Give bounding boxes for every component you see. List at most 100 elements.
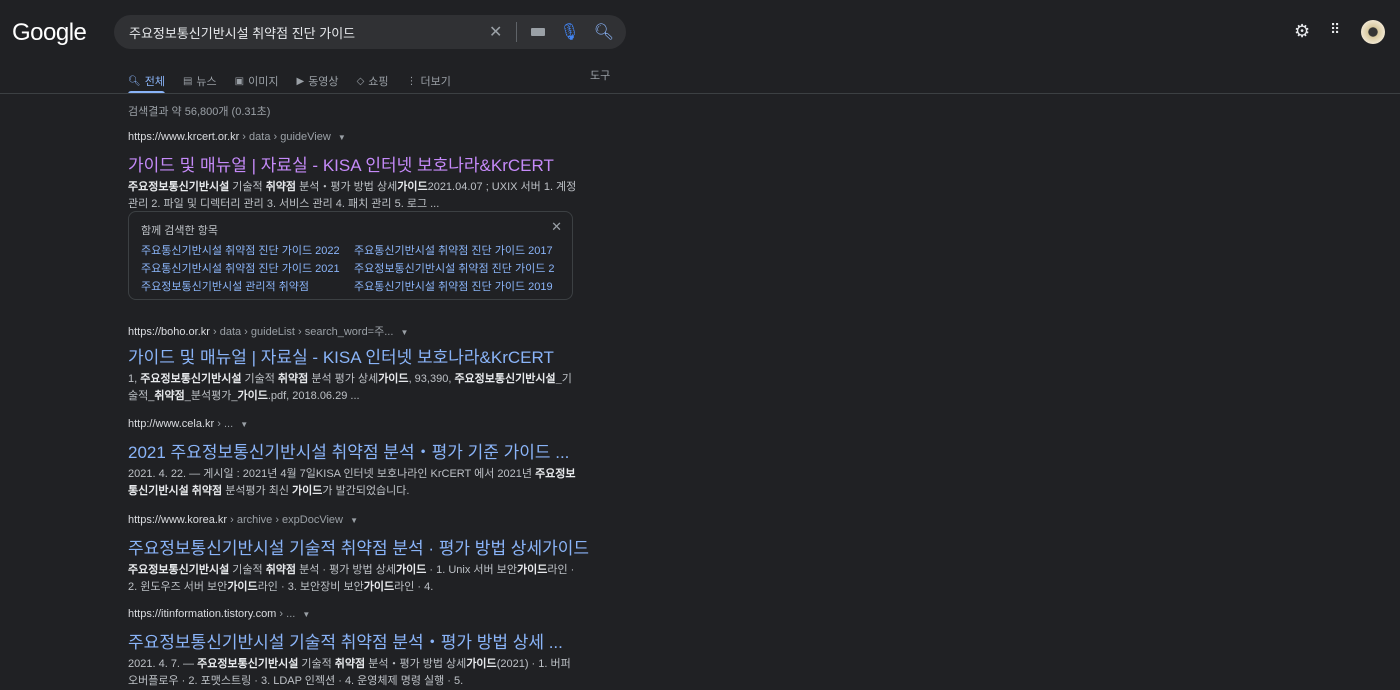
snippet-text: 분석평가 최신 — [222, 485, 293, 497]
result-path: › data › guideList › search_word=주... — [209, 326, 394, 338]
snippet-text: 분석 · 평가 방법 상세 — [296, 564, 396, 576]
related-search-link[interactable]: 주요통신기반시설 취약점 진단 가이드 2019 — [354, 280, 554, 295]
snippet-text: 기술적 — [298, 658, 335, 670]
close-icon[interactable]: ✕ — [551, 219, 562, 235]
tab-5[interactable]: ⋮ 더보기 — [407, 69, 451, 93]
snippet-text: 가이드 — [397, 181, 428, 193]
result-url[interactable]: http://www.cela.kr › ... ▼ — [128, 418, 578, 432]
snippet-text: 취약점 — [334, 658, 366, 670]
snippet-text: .pdf, 2018.06.29 ... — [267, 390, 360, 402]
google-logo[interactable]: Google — [12, 19, 87, 47]
snippet-text: · 1. Unix 서버 보안 — [426, 564, 517, 576]
clear-icon[interactable]: ✕ — [489, 22, 502, 42]
tab-label: 이미지 — [248, 76, 279, 88]
chevron-down-icon[interactable]: ▼ — [350, 516, 358, 525]
chevron-down-icon[interactable]: ▼ — [400, 328, 408, 337]
search-result: https://boho.or.kr › data › guideList › … — [128, 323, 578, 405]
search-input[interactable] — [129, 24, 489, 40]
tab-2[interactable]: ▣ 이미지 — [235, 69, 279, 93]
snippet-text: _분석평가_ — [184, 390, 238, 402]
settings-icon[interactable]: ⚙ — [1294, 21, 1310, 42]
snippet-text: 가 발간되었습니다. — [322, 485, 410, 497]
more-icon: ⋮ — [406, 75, 417, 87]
snippet-text: 가이드 — [292, 485, 323, 497]
snippet-text: 취약점 — [277, 373, 309, 385]
result-url[interactable]: https://www.krcert.or.kr › data › guideV… — [128, 131, 578, 145]
apps-grid-icon[interactable]: ⠿ — [1330, 21, 1340, 38]
snippet-text: 주요정보통신기반시설 — [128, 181, 230, 193]
snippet-text: 라인 · 4. — [394, 581, 434, 593]
news-icon: ▤ — [182, 75, 193, 87]
search-icon[interactable]: 🔍︎ — [594, 22, 614, 42]
snippet-text: 가이드 — [395, 564, 427, 576]
result-snippet: 2021. 4. 7. — 주요정보통신기반시설 기술적 취약점 분석・평가 방… — [128, 656, 578, 690]
search-result: https://itinformation.tistory.com › ... … — [128, 608, 578, 690]
result-snippet: 주요정보통신기반시설 기술적 취약점 분석 · 평가 방법 상세가이드 · 1.… — [128, 562, 578, 596]
keyboard-icon[interactable] — [531, 28, 546, 36]
snippet-text: 2021. 4. 22. — 게시일 : 2021년 4월 7일KISA 인터넷… — [128, 468, 536, 480]
result-snippet: 2021. 4. 22. — 게시일 : 2021년 4월 7일KISA 인터넷… — [128, 466, 578, 500]
search-box: ✕ 🎙 🔍︎ — [114, 15, 626, 49]
result-title-link[interactable]: 가이드 및 매뉴얼 | 자료실 - KISA 인터넷 보호나라&KrCERT — [128, 151, 578, 176]
result-domain: http://www.cela.kr — [128, 418, 215, 430]
result-title-link[interactable]: 주요정보통신기반시설 기술적 취약점 분석 · 평가 방법 상세가이드 — [128, 534, 589, 559]
tab-0[interactable]: 🔍︎ 전체 — [128, 69, 165, 94]
snippet-text: 가이드 — [227, 581, 258, 593]
snippet-text: 기술적 — [241, 373, 278, 385]
snippet-text: , 93,390, — [408, 373, 455, 385]
tab-1[interactable]: ▤ 뉴스 — [183, 69, 217, 93]
snippet-text: 분석 평가 상세 — [308, 373, 379, 385]
tab-label: 뉴스 — [196, 76, 217, 88]
related-search-link[interactable]: 주요통신기반시설 취약점 진단 가이드 2021 — [141, 262, 354, 277]
related-heading: 함께 검색한 항목 — [141, 225, 218, 237]
chevron-down-icon[interactable]: ▼ — [302, 610, 310, 619]
tools-button[interactable]: 도구 — [590, 69, 610, 93]
chevron-down-icon[interactable]: ▼ — [338, 133, 346, 142]
result-domain: https://itinformation.tistory.com — [128, 608, 277, 620]
snippet-text: 분석・평가 방법 상세 — [365, 658, 467, 670]
video-icon: ▶ — [296, 75, 305, 87]
divider — [0, 93, 1400, 94]
result-url[interactable]: https://itinformation.tistory.com › ... … — [128, 608, 578, 622]
related-search-link[interactable]: 주요정보통신기반시설 관리적 취약점 — [141, 280, 354, 295]
search-tabs: 🔍︎ 전체 ▤ 뉴스 ▣ 이미지 ▶ 동영상 ◇ 쇼핑 ⋮ 더보기 — [128, 69, 451, 94]
result-snippet: 주요정보통신기반시설 기술적 취약점 분석・평가 방법 상세가이드2021.04… — [128, 179, 578, 213]
search-result: https://www.korea.kr › archive › expDocV… — [128, 514, 589, 596]
result-title-link[interactable]: 2021 주요정보통신기반시설 취약점 분석・평가 기준 가이드 ... — [128, 438, 578, 463]
related-search-link[interactable]: 주요정보통신기반시설 취약점 진단 가이드 2 — [354, 262, 554, 277]
snippet-text: 주요정보통신기반시설 — [128, 564, 230, 576]
microphone-icon[interactable]: 🎙 — [559, 22, 579, 42]
snippet-text: 주요정보통신기반시설 — [197, 658, 299, 670]
related-search-link[interactable]: 주요통신기반시설 취약점 진단 가이드 2022 — [141, 244, 354, 259]
snippet-text: 분석・평가 방법 상세 — [296, 181, 398, 193]
chevron-down-icon[interactable]: ▼ — [240, 420, 248, 429]
snippet-text: 가이드 — [378, 373, 409, 385]
snippet-text: 주요정보통신기반시설_ — [454, 373, 562, 385]
snippet-text: 2021. 4. 7. — — [128, 658, 198, 670]
related-search-link[interactable]: 주요통신기반시설 취약점 진단 가이드 2017 — [354, 244, 554, 259]
snippet-text: 주요정보통신기반시설 — [140, 373, 242, 385]
search-result: http://www.cela.kr › ... ▼ 2021 주요정보통신기반… — [128, 418, 578, 500]
result-url[interactable]: https://boho.or.kr › data › guideList › … — [128, 323, 578, 338]
tab-label: 전체 — [144, 76, 165, 88]
snippet-text: 취약점 — [154, 390, 185, 402]
snippet-text: 기술적 — [229, 181, 266, 193]
result-url[interactable]: https://www.korea.kr › archive › expDocV… — [128, 514, 578, 528]
tab-label: 더보기 — [420, 76, 451, 88]
tab-4[interactable]: ◇ 쇼핑 — [357, 69, 389, 93]
avatar[interactable] — [1361, 20, 1385, 44]
snippet-text: 가이드 — [516, 564, 548, 576]
result-path: › archive › expDocView — [227, 514, 343, 526]
tab-label: 쇼핑 — [368, 76, 389, 88]
image-icon: ▣ — [234, 75, 245, 87]
related-searches: 함께 검색한 항목 ✕ 주요통신기반시설 취약점 진단 가이드 2022 주요통신… — [128, 211, 573, 300]
result-title-link[interactable]: 가이드 및 매뉴얼 | 자료실 - KISA 인터넷 보호나라&KrCERT — [128, 343, 578, 368]
search-icon: 🔍︎ — [128, 75, 141, 87]
snippet-text: 1, — [128, 373, 141, 385]
snippet-text: 취약점 — [265, 181, 297, 193]
result-path: › ... — [276, 608, 296, 620]
result-title-link[interactable]: 주요정보통신기반시설 기술적 취약점 분석・평가 방법 상세 ... — [128, 628, 578, 653]
snippet-text: 가이드 — [363, 581, 395, 593]
tab-label: 동영상 — [308, 76, 339, 88]
tab-3[interactable]: ▶ 동영상 — [296, 69, 338, 93]
